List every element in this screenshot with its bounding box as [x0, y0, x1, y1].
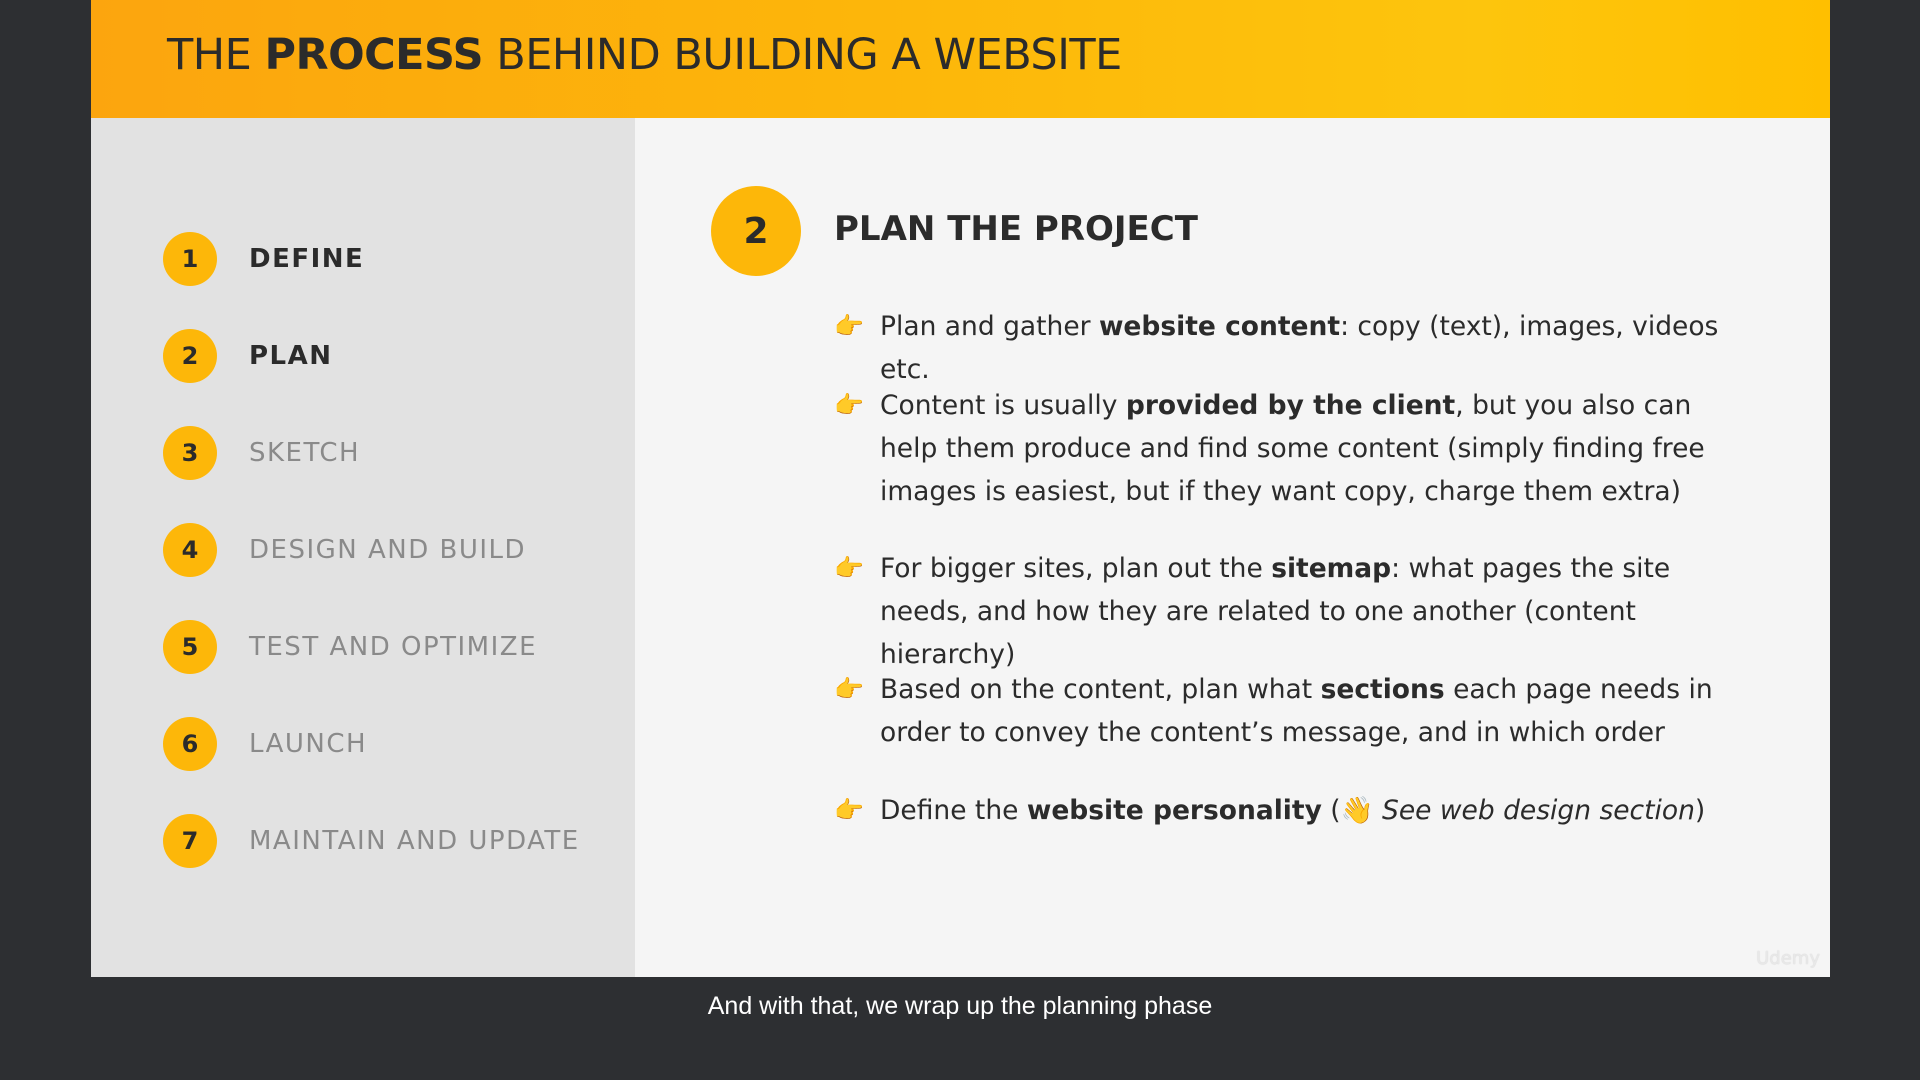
step-launch: 6 LAUNCH — [163, 716, 367, 772]
bullet-text-part: Plan and gather — [880, 311, 1099, 342]
bullet-text-bold: sections — [1320, 674, 1445, 705]
bullet-text-bold: website content — [1098, 311, 1341, 342]
title-bold-part: PROCESS — [264, 30, 484, 80]
bullet-text: Define the website personality (👋 See we… — [880, 789, 1734, 832]
video-player[interactable]: THE PROCESS BEHIND BUILDING A WEBSITE 1 … — [0, 0, 1920, 1080]
step-plan: 2 PLAN — [163, 328, 333, 384]
step-sketch: 3 SKETCH — [163, 425, 360, 481]
video-caption: And with that, we wrap up the planning p… — [707, 992, 1213, 1020]
udemy-watermark: Udemy — [1756, 948, 1820, 969]
step-design-and-build: 4 DESIGN AND BUILD — [163, 522, 526, 578]
bullet-text: For bigger sites, plan out the sitemap: … — [880, 547, 1734, 676]
step-test-and-optimize: 5 TEST AND OPTIMIZE — [163, 619, 537, 675]
waving-hand-icon: 👋 — [1340, 795, 1374, 826]
step-number-badge: 5 — [163, 620, 217, 674]
pointing-hand-icon: 👉 — [834, 554, 864, 582]
bullet-text-part: Content is usually — [880, 390, 1126, 421]
step-number-badge: 4 — [163, 523, 217, 577]
bullet-text-part: For bigger sites, plan out the — [880, 553, 1272, 584]
process-steps-sidebar: 1 DEFINE 2 PLAN 3 SKETCH 4 DESIGN AND BU… — [91, 118, 635, 977]
bullet-text-italic: See web design section — [1373, 795, 1695, 826]
pointing-hand-icon: 👉 — [834, 796, 864, 824]
bullet-text-part: ( — [1321, 795, 1341, 826]
step-number-badge: 2 — [163, 329, 217, 383]
slide-content: 2 PLAN THE PROJECT 👉 Plan and gather web… — [635, 118, 1830, 977]
step-number-badge: 6 — [163, 717, 217, 771]
bullet-item: 👉 Define the website personality (👋 See … — [834, 789, 1734, 832]
bullet-item: 👉 Based on the content, plan what sectio… — [834, 668, 1734, 754]
step-number-badge: 3 — [163, 426, 217, 480]
slide-header: THE PROCESS BEHIND BUILDING A WEBSITE — [91, 0, 1830, 118]
step-label: DEFINE — [249, 244, 365, 274]
step-number-badge: 7 — [163, 814, 217, 868]
pointing-hand-icon: 👉 — [834, 675, 864, 703]
step-label: LAUNCH — [249, 729, 368, 759]
step-label: SKETCH — [249, 438, 361, 468]
bullet-text: Plan and gather website content: copy (t… — [880, 305, 1734, 391]
bullet-item: 👉 Content is usually provided by the cli… — [834, 384, 1734, 513]
bullet-text: Content is usually provided by the clien… — [880, 384, 1734, 513]
bullet-text-part: Define the — [880, 795, 1027, 826]
step-define: 1 DEFINE — [163, 231, 364, 287]
lecture-slide: THE PROCESS BEHIND BUILDING A WEBSITE 1 … — [91, 0, 1830, 977]
section-title: PLAN THE PROJECT — [834, 209, 1198, 249]
pointing-hand-icon: 👉 — [834, 312, 864, 340]
bullet-text-part: ) — [1694, 795, 1706, 826]
bullet-item: 👉 For bigger sites, plan out the sitemap… — [834, 547, 1734, 676]
slide-title: THE PROCESS BEHIND BUILDING A WEBSITE — [167, 30, 1122, 80]
bullet-text-part: Based on the content, plan what — [880, 674, 1321, 705]
bullet-text-bold: provided by the client — [1125, 390, 1456, 421]
section-number-badge: 2 — [711, 186, 801, 276]
title-part: THE — [167, 30, 265, 80]
step-label: TEST AND OPTIMIZE — [249, 632, 538, 662]
step-maintain-and-update: 7 MAINTAIN AND UPDATE — [163, 813, 580, 869]
step-label: PLAN — [249, 341, 333, 371]
bullet-text: Based on the content, plan what sections… — [880, 668, 1734, 754]
bullet-text-bold: website personality — [1026, 795, 1322, 826]
step-label: MAINTAIN AND UPDATE — [249, 826, 580, 856]
bullet-item: 👉 Plan and gather website content: copy … — [834, 305, 1734, 391]
pointing-hand-icon: 👉 — [834, 391, 864, 419]
bullet-text-bold: sitemap — [1271, 553, 1392, 584]
step-label: DESIGN AND BUILD — [249, 535, 527, 565]
title-part: BEHIND BUILDING A WEBSITE — [483, 30, 1122, 80]
step-number-badge: 1 — [163, 232, 217, 286]
